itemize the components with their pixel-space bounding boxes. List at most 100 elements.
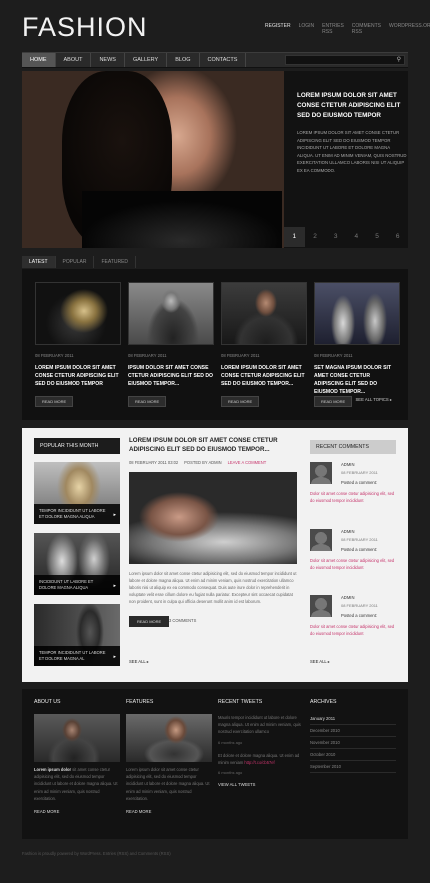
footer-features: FEATURES Lorem ipsum dolor sit amet cons…: [126, 699, 212, 814]
read-more-button[interactable]: READ MORE: [129, 616, 170, 627]
card-photo-mask[interactable]: [35, 282, 121, 345]
card-photo-woman[interactable]: [128, 282, 214, 345]
card-date: 08 FEBRUARY 2011: [221, 353, 260, 358]
nav-item-blog[interactable]: BLOG: [167, 53, 200, 67]
footer-archives-title: ARCHIVES: [310, 699, 337, 705]
arrow-right-icon[interactable]: ▸: [113, 512, 116, 518]
hero-caption: LOREM IPSUM DOLOR SIT AMET CONSE CTETUR …: [297, 91, 407, 231]
card-title[interactable]: LOREM IPSUM DOLOR SIT AMET CONSE CTETUR …: [35, 364, 121, 390]
slider-page-5[interactable]: 5: [367, 227, 388, 247]
card-date: 08 FEBRUARY 2011: [314, 353, 353, 358]
comments-rss-link[interactable]: COMMENTS RSS: [352, 23, 381, 35]
arrow-right-icon[interactable]: ▸: [113, 583, 116, 589]
see-all-topics-link[interactable]: SEE ALL TOPICS ▸: [356, 397, 392, 402]
archive-item[interactable]: December 2010: [310, 725, 396, 737]
read-more-button[interactable]: READ MORE: [221, 396, 260, 407]
latest-card: 08 FEBRUARY 2011 IPSUM DOLOR SIT AMET CO…: [128, 282, 214, 408]
comment-text[interactable]: Dolor sit amet conse ctetur adipisicing …: [310, 624, 396, 638]
post-tabs: LATEST POPULAR FEATURED: [22, 256, 137, 268]
card-title[interactable]: LOREM IPSUM DOLOR SIT AMET CONSE CTETUR …: [221, 364, 307, 390]
tweet-text: Et dolore et dolore magna aliqua. Ut eni…: [218, 752, 304, 766]
arrow-right-icon[interactable]: ▸: [113, 654, 116, 660]
popular-item[interactable]: TEMPOR INCIDIDUNT UT LABORE ET DOLORE MA…: [34, 604, 120, 666]
post-date: 08 FEBRUARY 2011 03:02: [129, 460, 179, 465]
card-photo-man[interactable]: [221, 282, 307, 345]
archive-item[interactable]: September 2010: [310, 761, 396, 773]
read-more-button[interactable]: READ MORE: [314, 396, 353, 407]
card-date: 08 FEBRUARY 2011: [128, 353, 167, 358]
search-input[interactable]: ⚲: [285, 55, 405, 65]
footer-features-read-more[interactable]: READ MORE: [126, 809, 212, 814]
register-link[interactable]: REGISTER: [265, 23, 291, 35]
post-photo[interactable]: [129, 472, 297, 564]
top-links: REGISTER LOGIN ENTRIES RSS COMMENTS RSS …: [265, 23, 430, 35]
comments-see-all-link[interactable]: SEE ALL ▸: [310, 659, 330, 664]
archive-item[interactable]: November 2010: [310, 737, 396, 749]
card-date: 08 FEBRUARY 2011: [35, 353, 74, 358]
popular-item-caption[interactable]: TEMPOR INCIDIDUNT UT LABORE ET DOLORE MA…: [34, 646, 120, 666]
search-icon[interactable]: ⚲: [397, 56, 401, 63]
card-title[interactable]: SET MAGNA IPSUM DOLOR SIT AMET CONSE CTE…: [314, 364, 400, 395]
slider-page-6[interactable]: 6: [387, 227, 408, 247]
footer-tweets-title: RECENT TWEETS: [218, 699, 263, 705]
slider-page-1[interactable]: 1: [284, 227, 305, 247]
comment-text[interactable]: Dolor sit amet conse ctetur adipisicing …: [310, 491, 396, 505]
view-all-tweets-link[interactable]: VIEW ALL TWEETS: [218, 782, 304, 787]
tweet-text: Mauris tempor incididunt ut labore et do…: [218, 715, 301, 735]
slider-page-3[interactable]: 3: [325, 227, 346, 247]
comments-count[interactable]: 3 COMMENTS: [169, 618, 196, 623]
popular-item[interactable]: TEMPOR INCIDIDUNT UT LABORE ET DOLORE MA…: [34, 462, 120, 524]
comment-date: 08 FEBRUARY 2011: [341, 603, 378, 608]
wordpress-link[interactable]: WORDPRESS.ORG: [389, 23, 430, 35]
popular-title: POPULAR THIS MONTH: [34, 438, 120, 454]
nav-item-news[interactable]: NEWS: [91, 53, 125, 67]
archive-item[interactable]: January 2011: [310, 713, 396, 725]
footer-about-photo[interactable]: [34, 714, 120, 762]
posts-see-all-link[interactable]: SEE ALL ▸: [129, 659, 149, 664]
hero-title[interactable]: LOREM IPSUM DOLOR SIT AMET CONSE CTETUR …: [297, 91, 407, 121]
latest-card: 08 FEBRUARY 2011 LOREM IPSUM DOLOR SIT A…: [221, 282, 307, 408]
footer: ABOUT US Lorem ipsum dolor sit amet cons…: [22, 689, 408, 839]
tweet-list: Mauris tempor incididunt ut labore et do…: [218, 714, 304, 775]
popular-item[interactable]: INCIDIDUNT UT LABORE ET DOLORE MAGNA ALI…: [34, 533, 120, 595]
footer-features-photo[interactable]: [126, 714, 212, 762]
comment-author[interactable]: ADMIN: [341, 595, 355, 600]
comment-text[interactable]: Dolor sit amet conse ctetur adipisicing …: [310, 558, 396, 572]
nav-item-home[interactable]: HOME: [22, 53, 56, 67]
nav-item-gallery[interactable]: GALLERY: [125, 53, 168, 67]
tweet-time: 6 months ago: [218, 770, 243, 776]
tab-popular[interactable]: POPULAR: [56, 256, 95, 268]
login-link[interactable]: LOGIN: [299, 23, 315, 35]
post-text: Lorem ipsum dolor sit amet conse ctetur …: [129, 571, 297, 605]
recent-comments-title: RECENT COMMENTS: [310, 440, 396, 454]
footer-about-text: Lorem ipsum dolor sit amet conse ctetur …: [34, 766, 120, 802]
popular-item-caption[interactable]: INCIDIDUNT UT LABORE ET DOLORE MAGNA ALI…: [34, 575, 120, 595]
card-photo-group[interactable]: [314, 282, 400, 345]
read-more-button[interactable]: READ MORE: [128, 396, 167, 407]
footer-about-read-more[interactable]: READ MORE: [34, 809, 120, 814]
nav-item-about[interactable]: ABOUT: [56, 53, 92, 67]
card-title[interactable]: IPSUM DOLOR SIT AMET CONSE CTETUR ADIPIS…: [128, 364, 214, 390]
tweet-link[interactable]: http://t.co/cb57ef: [244, 760, 274, 765]
archive-item[interactable]: October 2010: [310, 749, 396, 761]
entries-rss-link[interactable]: ENTRIES RSS: [322, 23, 344, 35]
comment-date: 08 FEBRUARY 2011: [341, 470, 378, 475]
comment-action: Posted a comment:: [341, 480, 378, 485]
avatar: [310, 462, 332, 484]
read-more-button[interactable]: READ MORE: [35, 396, 74, 407]
hero-text: LOREM IPSUM DOLOR SIT AMET CONSE CTETUR …: [297, 130, 407, 173]
comment-action: Posted a comment:: [341, 547, 378, 552]
comment-author[interactable]: ADMIN: [341, 529, 355, 534]
slider-page-2[interactable]: 2: [305, 227, 326, 247]
tab-latest[interactable]: LATEST: [22, 256, 56, 268]
footer-features-title: FEATURES: [126, 699, 154, 705]
tab-featured[interactable]: FEATURED: [94, 256, 137, 268]
content-panel: POPULAR THIS MONTH TEMPOR INCIDIDUNT UT …: [22, 428, 408, 682]
slider-page-4[interactable]: 4: [346, 227, 367, 247]
nav-item-contacts[interactable]: CONTACTS: [200, 53, 247, 67]
leave-comment-link[interactable]: LEAVE A COMMENT: [228, 460, 267, 465]
site-logo[interactable]: FASHION: [22, 12, 148, 43]
comment-author[interactable]: ADMIN: [341, 462, 355, 467]
post-title[interactable]: LOREM IPSUM DOLOR SIT AMET CONSE CTETUR …: [129, 436, 305, 454]
popular-item-caption[interactable]: TEMPOR INCIDIDUNT UT LABORE ET DOLORE MA…: [34, 504, 120, 524]
